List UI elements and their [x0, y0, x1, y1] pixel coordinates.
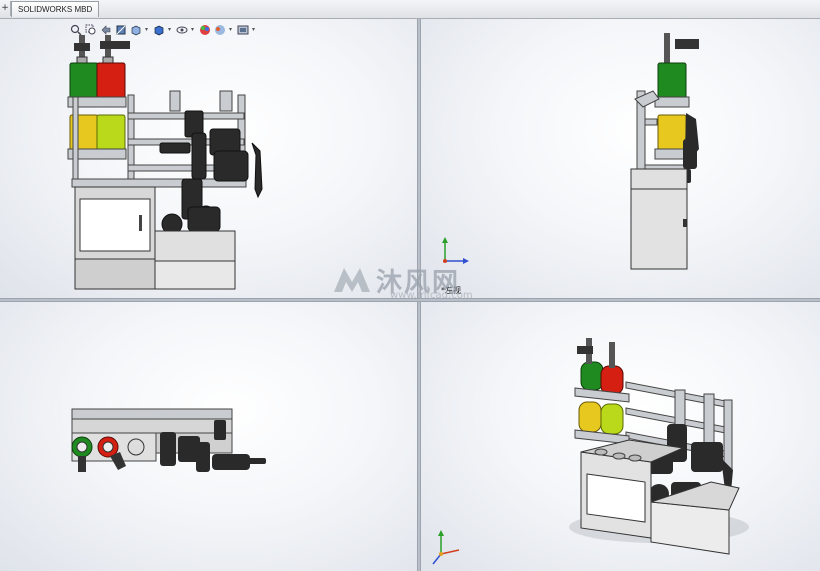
yellow-cylinder: [657, 114, 687, 152]
viewport-front[interactable]: ▾ ▾ ▾ ▾ ▾: [0, 19, 417, 298]
viewport-left[interactable]: *左视: [421, 19, 820, 298]
green-cylinder: [657, 62, 687, 100]
tool-holders: [159, 110, 263, 235]
model-isometric-view: [432, 338, 749, 565]
model-top-view: [71, 408, 266, 472]
tab-bar: + SOLIDWORKS MBD: [0, 0, 820, 19]
model-left-view: [442, 33, 699, 270]
view-name-label: *左视: [441, 286, 461, 295]
viewport-isometric[interactable]: [421, 302, 820, 571]
viewport-splitter-horizontal[interactable]: [0, 298, 820, 302]
model-front-view: [67, 35, 263, 290]
tab-scroll-button[interactable]: +: [0, 1, 11, 16]
valve-left: [74, 35, 90, 66]
tab-solidworks-mbd[interactable]: SOLIDWORKS MBD: [11, 1, 100, 17]
lime-cylinder: [96, 114, 126, 152]
valve-right: [100, 35, 130, 66]
axis-triad: [432, 530, 460, 565]
cabinet: [630, 188, 688, 270]
valve-handle: [675, 39, 699, 49]
viewport-splitter-vertical[interactable]: [417, 19, 421, 571]
viewport-top[interactable]: [0, 302, 417, 571]
green-cylinder: [69, 62, 99, 100]
cabinet: [74, 186, 236, 290]
iso-cylinders: [574, 338, 630, 445]
red-cylinder: [96, 62, 126, 100]
axis-triad: [442, 237, 469, 264]
